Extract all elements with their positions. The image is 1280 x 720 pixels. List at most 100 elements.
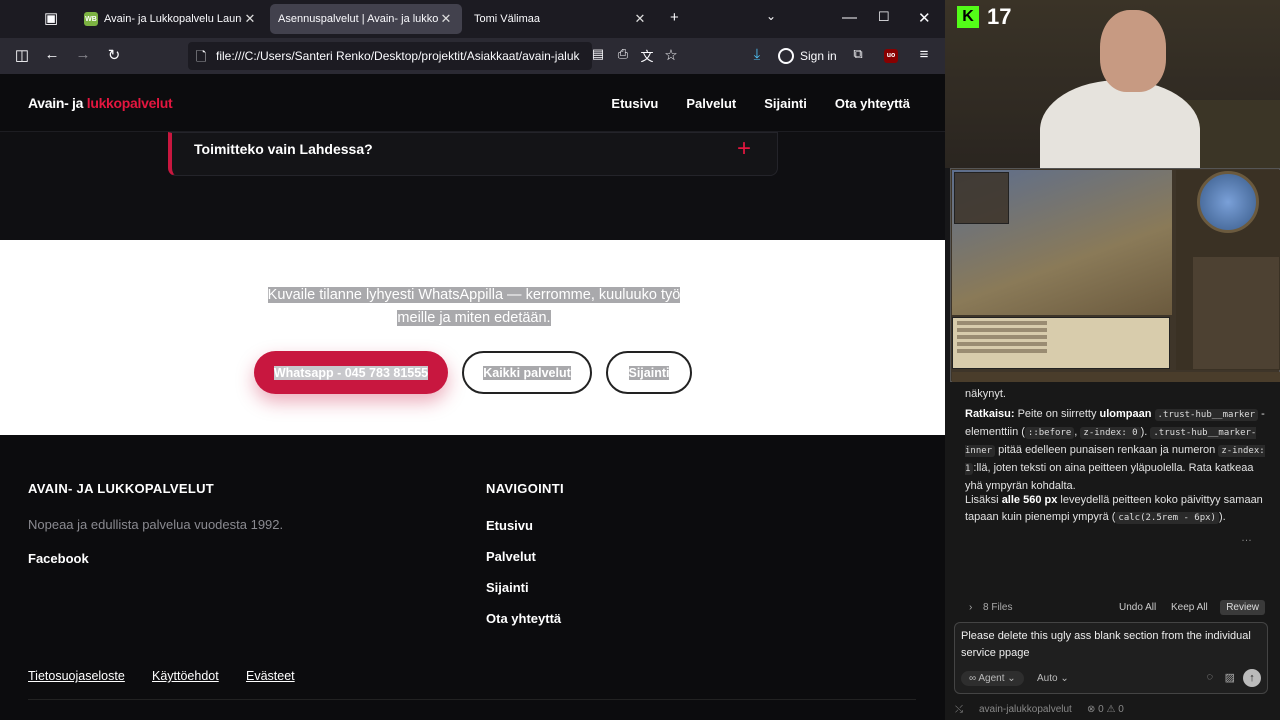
loading-spinner-icon: ◌ (1206, 671, 1213, 683)
download-icon[interactable]: ⤓ (747, 46, 767, 63)
bookmark-star-icon[interactable]: ☆ (661, 46, 681, 64)
ai-agent-panel: näkynyt. Ratkaisu: Peite on siirretty ul… (945, 382, 1280, 720)
footer-link-palvelut[interactable]: Palvelut (486, 549, 536, 564)
nav-link-palvelut[interactable]: Palvelut (686, 96, 736, 111)
cookies-link[interactable]: Evästeet (246, 669, 295, 683)
text: :llä, joten teksti on aina peitteen yläp… (965, 462, 1254, 492)
tab-list-chevron-icon[interactable]: ⌄ (766, 9, 776, 23)
remote-icon[interactable]: ⤯ (955, 704, 963, 715)
close-tab-icon[interactable]: ✕ (242, 11, 258, 27)
tab-overview-icon[interactable]: ▣ (44, 9, 58, 27)
footer-link-sijainti[interactable]: Sijainti (486, 580, 529, 595)
terms-link[interactable]: Käyttöehdot (152, 669, 219, 683)
footer-tagline: Nopeaa ja edullista palvelua vuodesta 19… (28, 517, 284, 532)
address-bar[interactable]: 🗋 file:///C:/Users/Santeri Renko/Desktop… (188, 42, 592, 70)
whatsapp-button[interactable]: Whatsapp - 045 783 81555 (254, 351, 448, 394)
close-tab-icon[interactable]: ✕ (632, 11, 648, 27)
code-span: calc(2.5rem - 6px) (1115, 512, 1219, 524)
new-tab-icon[interactable]: + (670, 9, 679, 26)
status-bar: ⤯ avain-jalukkopalvelut ⊗ 0 ⚠ 0 (945, 702, 1280, 720)
logo-text: Avain- ja (28, 95, 87, 111)
logo-accent-text: lukkopalvelut (86, 95, 173, 111)
text: pitää edelleen punaisen renkaan ja numer… (998, 444, 1216, 456)
text: ). (1140, 426, 1148, 438)
sign-in-button[interactable]: Sign in (778, 44, 837, 68)
kick-logo-icon: K (957, 6, 979, 28)
translate-icon[interactable]: 文 (637, 46, 657, 65)
image-attach-icon[interactable]: ▨ (1225, 671, 1235, 684)
mode-label: Agent (978, 673, 1005, 684)
project-name[interactable]: avain-jalukkopalvelut (979, 704, 1072, 715)
footer-brand-heading: AVAIN- JA LUKKOPALVELUT (28, 481, 215, 496)
browser-window: ▣ WB Avain- ja Lukkopalvelu Laune O ✕ As… (0, 0, 945, 720)
nav-link-etusivu[interactable]: Etusivu (611, 96, 658, 111)
agent-paragraph-2: Lisäksi alle 560 px leveydellä peitteen … (965, 492, 1265, 527)
bold-text: ulompaan (1099, 408, 1152, 420)
maximize-icon[interactable]: ☐ (878, 9, 890, 25)
location-button[interactable]: Sijainti (606, 351, 692, 394)
inventory-panel (1193, 257, 1279, 369)
undo-all-button[interactable]: Undo All (1119, 602, 1156, 613)
location-label: Sijainti (628, 365, 670, 380)
streamer-body (1040, 80, 1200, 168)
tab-1[interactable]: WB Avain- ja Lukkopalvelu Laune O ✕ (76, 4, 266, 34)
close-window-icon[interactable]: ✕ (918, 9, 931, 27)
footer-nav-heading: NAVIGOINTI (486, 481, 564, 496)
agent-mode-dropdown[interactable]: ∞ Agent ⌄ (961, 671, 1024, 686)
facebook-link[interactable]: Facebook (28, 551, 89, 566)
nav-link-ota-yhteytta[interactable]: Ota yhteyttä (835, 96, 910, 111)
model-label: Auto (1037, 673, 1058, 684)
footer-link-ota-yhteytta[interactable]: Ota yhteyttä (486, 611, 561, 626)
menu-hamburger-icon[interactable]: ≡ (914, 46, 934, 63)
all-services-button[interactable]: Kaikki palvelut (462, 351, 592, 394)
privacy-link[interactable]: Tietosuojaseloste (28, 669, 125, 683)
footer-divider (28, 699, 916, 700)
game-stats-overlay (954, 172, 1009, 224)
tab-label: Avain- ja Lukkopalvelu Laune O (104, 13, 242, 25)
reader-view-icon[interactable]: ▤ (588, 46, 608, 62)
chat-line (957, 342, 1047, 346)
viewer-counter: K 17 (957, 4, 1011, 30)
game-bottom-bar (952, 372, 1280, 382)
chat-line (957, 321, 1047, 325)
ublock-icon[interactable]: uo (884, 49, 898, 63)
extensions-icon[interactable]: ⧉ (848, 46, 868, 62)
site-logo[interactable]: Avain- ja lukkopalvelut (28, 95, 173, 111)
nav-toolbar: ◫ ← → ↻ 🗋 file:///C:/Users/Santeri Renko… (0, 38, 945, 74)
expand-plus-icon[interactable]: + (737, 135, 751, 163)
screen: ▣ WB Avain- ja Lukkopalvelu Laune O ✕ As… (0, 0, 1280, 720)
sidebar-icon[interactable]: ◫ (12, 46, 32, 64)
close-tab-icon[interactable]: ✕ (438, 11, 454, 27)
forward-icon[interactable]: → (73, 46, 93, 63)
faq-question: Toimitteko vain Lahdessa? (194, 141, 373, 157)
faq-item[interactable]: Toimitteko vain Lahdessa? + (168, 132, 778, 176)
agent-input-text[interactable]: Please delete this ugly ass blank sectio… (961, 628, 1261, 662)
footer-link-etusivu[interactable]: Etusivu (486, 518, 533, 533)
problems-count[interactable]: ⊗ 0 ⚠ 0 (1087, 704, 1124, 715)
tab-2-active[interactable]: Asennuspalvelut | Avain- ja lukkopal ✕ (270, 4, 462, 34)
agent-input-box[interactable]: Please delete this ugly ass blank sectio… (954, 622, 1268, 694)
keep-all-button[interactable]: Keep All (1171, 602, 1208, 613)
site-footer: AVAIN- JA LUKKOPALVELUT Nopeaa ja edulli… (0, 435, 945, 720)
review-button[interactable]: Review (1220, 600, 1265, 615)
changed-files-bar: › 8 Files Undo All Keep All Review (965, 600, 1265, 620)
site-header: Avain- ja lukkopalvelut Etusivu Palvelut… (0, 74, 945, 132)
send-arrow-icon[interactable]: ↑ (1243, 669, 1261, 687)
more-ellipsis-icon[interactable]: … (1241, 532, 1252, 544)
reload-icon[interactable]: ↻ (104, 46, 124, 64)
nav-link-sijainti[interactable]: Sijainti (764, 96, 807, 111)
webcam-feed: K 17 (945, 0, 1280, 168)
chevron-right-icon[interactable]: › (969, 602, 972, 613)
url-text: file:///C:/Users/Santeri Renko/Desktop/p… (216, 49, 580, 63)
back-icon[interactable]: ← (42, 46, 62, 63)
bold-label: Ratkaisu: (965, 408, 1015, 420)
site-nav: Etusivu Palvelut Sijainti Ota yhteyttä (611, 96, 910, 111)
save-page-icon[interactable]: ⎙ (613, 46, 633, 62)
files-count[interactable]: 8 Files (983, 602, 1012, 613)
minimize-icon[interactable]: — (842, 9, 857, 26)
stream-side-panel: K 17 näkynyt. Ratkaisu: Peite on siirret… (945, 0, 1280, 720)
model-dropdown[interactable]: Auto ⌄ (1037, 673, 1069, 684)
tab-3[interactable]: Tomi Välimaa ✕ (466, 4, 656, 34)
game-window (950, 168, 1280, 382)
agent-paragraph-1: Ratkaisu: Peite on siirretty ulompaan .t… (965, 408, 1265, 492)
